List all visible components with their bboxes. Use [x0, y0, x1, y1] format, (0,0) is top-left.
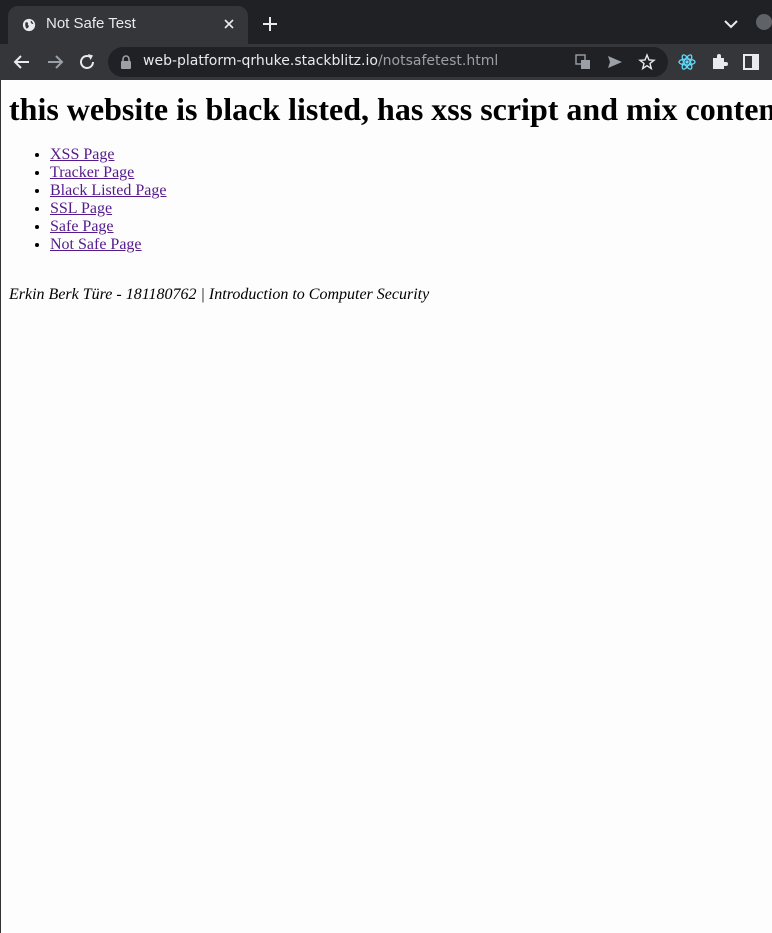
react-icon[interactable] [677, 52, 697, 72]
translate-icon[interactable] [574, 53, 592, 71]
url-host: web-platform-qrhuke.stackblitz.io [143, 53, 378, 69]
toolbar: web-platform-qrhuke.stackblitz.io/notsaf… [0, 44, 772, 80]
close-icon[interactable] [220, 15, 238, 33]
globe-icon [22, 18, 36, 32]
list-item: Not Safe Page [50, 236, 166, 254]
forward-arrow-icon[interactable] [45, 52, 65, 72]
url-path: /notsafetest.html [377, 53, 499, 69]
list-item: Tracker Page [50, 164, 166, 182]
list-item: XSS Page [50, 146, 166, 164]
footer-credit: Erkin Berk Türe - 181180762 | Introducti… [9, 286, 430, 303]
profile-icon[interactable] [756, 14, 772, 30]
list-item: Black Listed Page [50, 182, 166, 200]
ssl-page-link[interactable]: SSL Page [50, 200, 112, 217]
nav-link-list: XSS Page Tracker Page Black Listed Page … [50, 146, 166, 254]
send-icon[interactable] [606, 53, 624, 71]
not-safe-page-link[interactable]: Not Safe Page [50, 236, 142, 253]
tab-strip: Not Safe Test [0, 0, 772, 44]
active-tab[interactable]: Not Safe Test [8, 6, 248, 44]
page-heading: this website is black listed, has xss sc… [9, 91, 772, 127]
puzzle-icon[interactable] [709, 52, 729, 72]
black-listed-page-link[interactable]: Black Listed Page [50, 182, 166, 199]
xss-page-link[interactable]: XSS Page [50, 146, 114, 163]
chevron-down-icon[interactable] [722, 16, 740, 32]
page-content: this website is black listed, has xss sc… [0, 80, 772, 933]
star-icon[interactable] [638, 53, 656, 71]
url-text[interactable]: web-platform-qrhuke.stackblitz.io/notsaf… [143, 53, 498, 69]
tab-title: Not Safe Test [46, 15, 136, 32]
tracker-page-link[interactable]: Tracker Page [50, 164, 134, 181]
plus-icon[interactable] [260, 14, 280, 34]
list-item: Safe Page [50, 218, 166, 236]
browser-chrome: Not Safe Test web-platform-qrhuke.stackb… [0, 0, 772, 80]
side-panel-icon[interactable] [741, 52, 761, 72]
reload-icon[interactable] [77, 52, 97, 72]
lock-icon[interactable] [120, 55, 132, 69]
safe-page-link[interactable]: Safe Page [50, 218, 114, 235]
address-bar[interactable]: web-platform-qrhuke.stackblitz.io/notsaf… [108, 47, 668, 77]
back-arrow-icon[interactable] [12, 52, 32, 72]
list-item: SSL Page [50, 200, 166, 218]
